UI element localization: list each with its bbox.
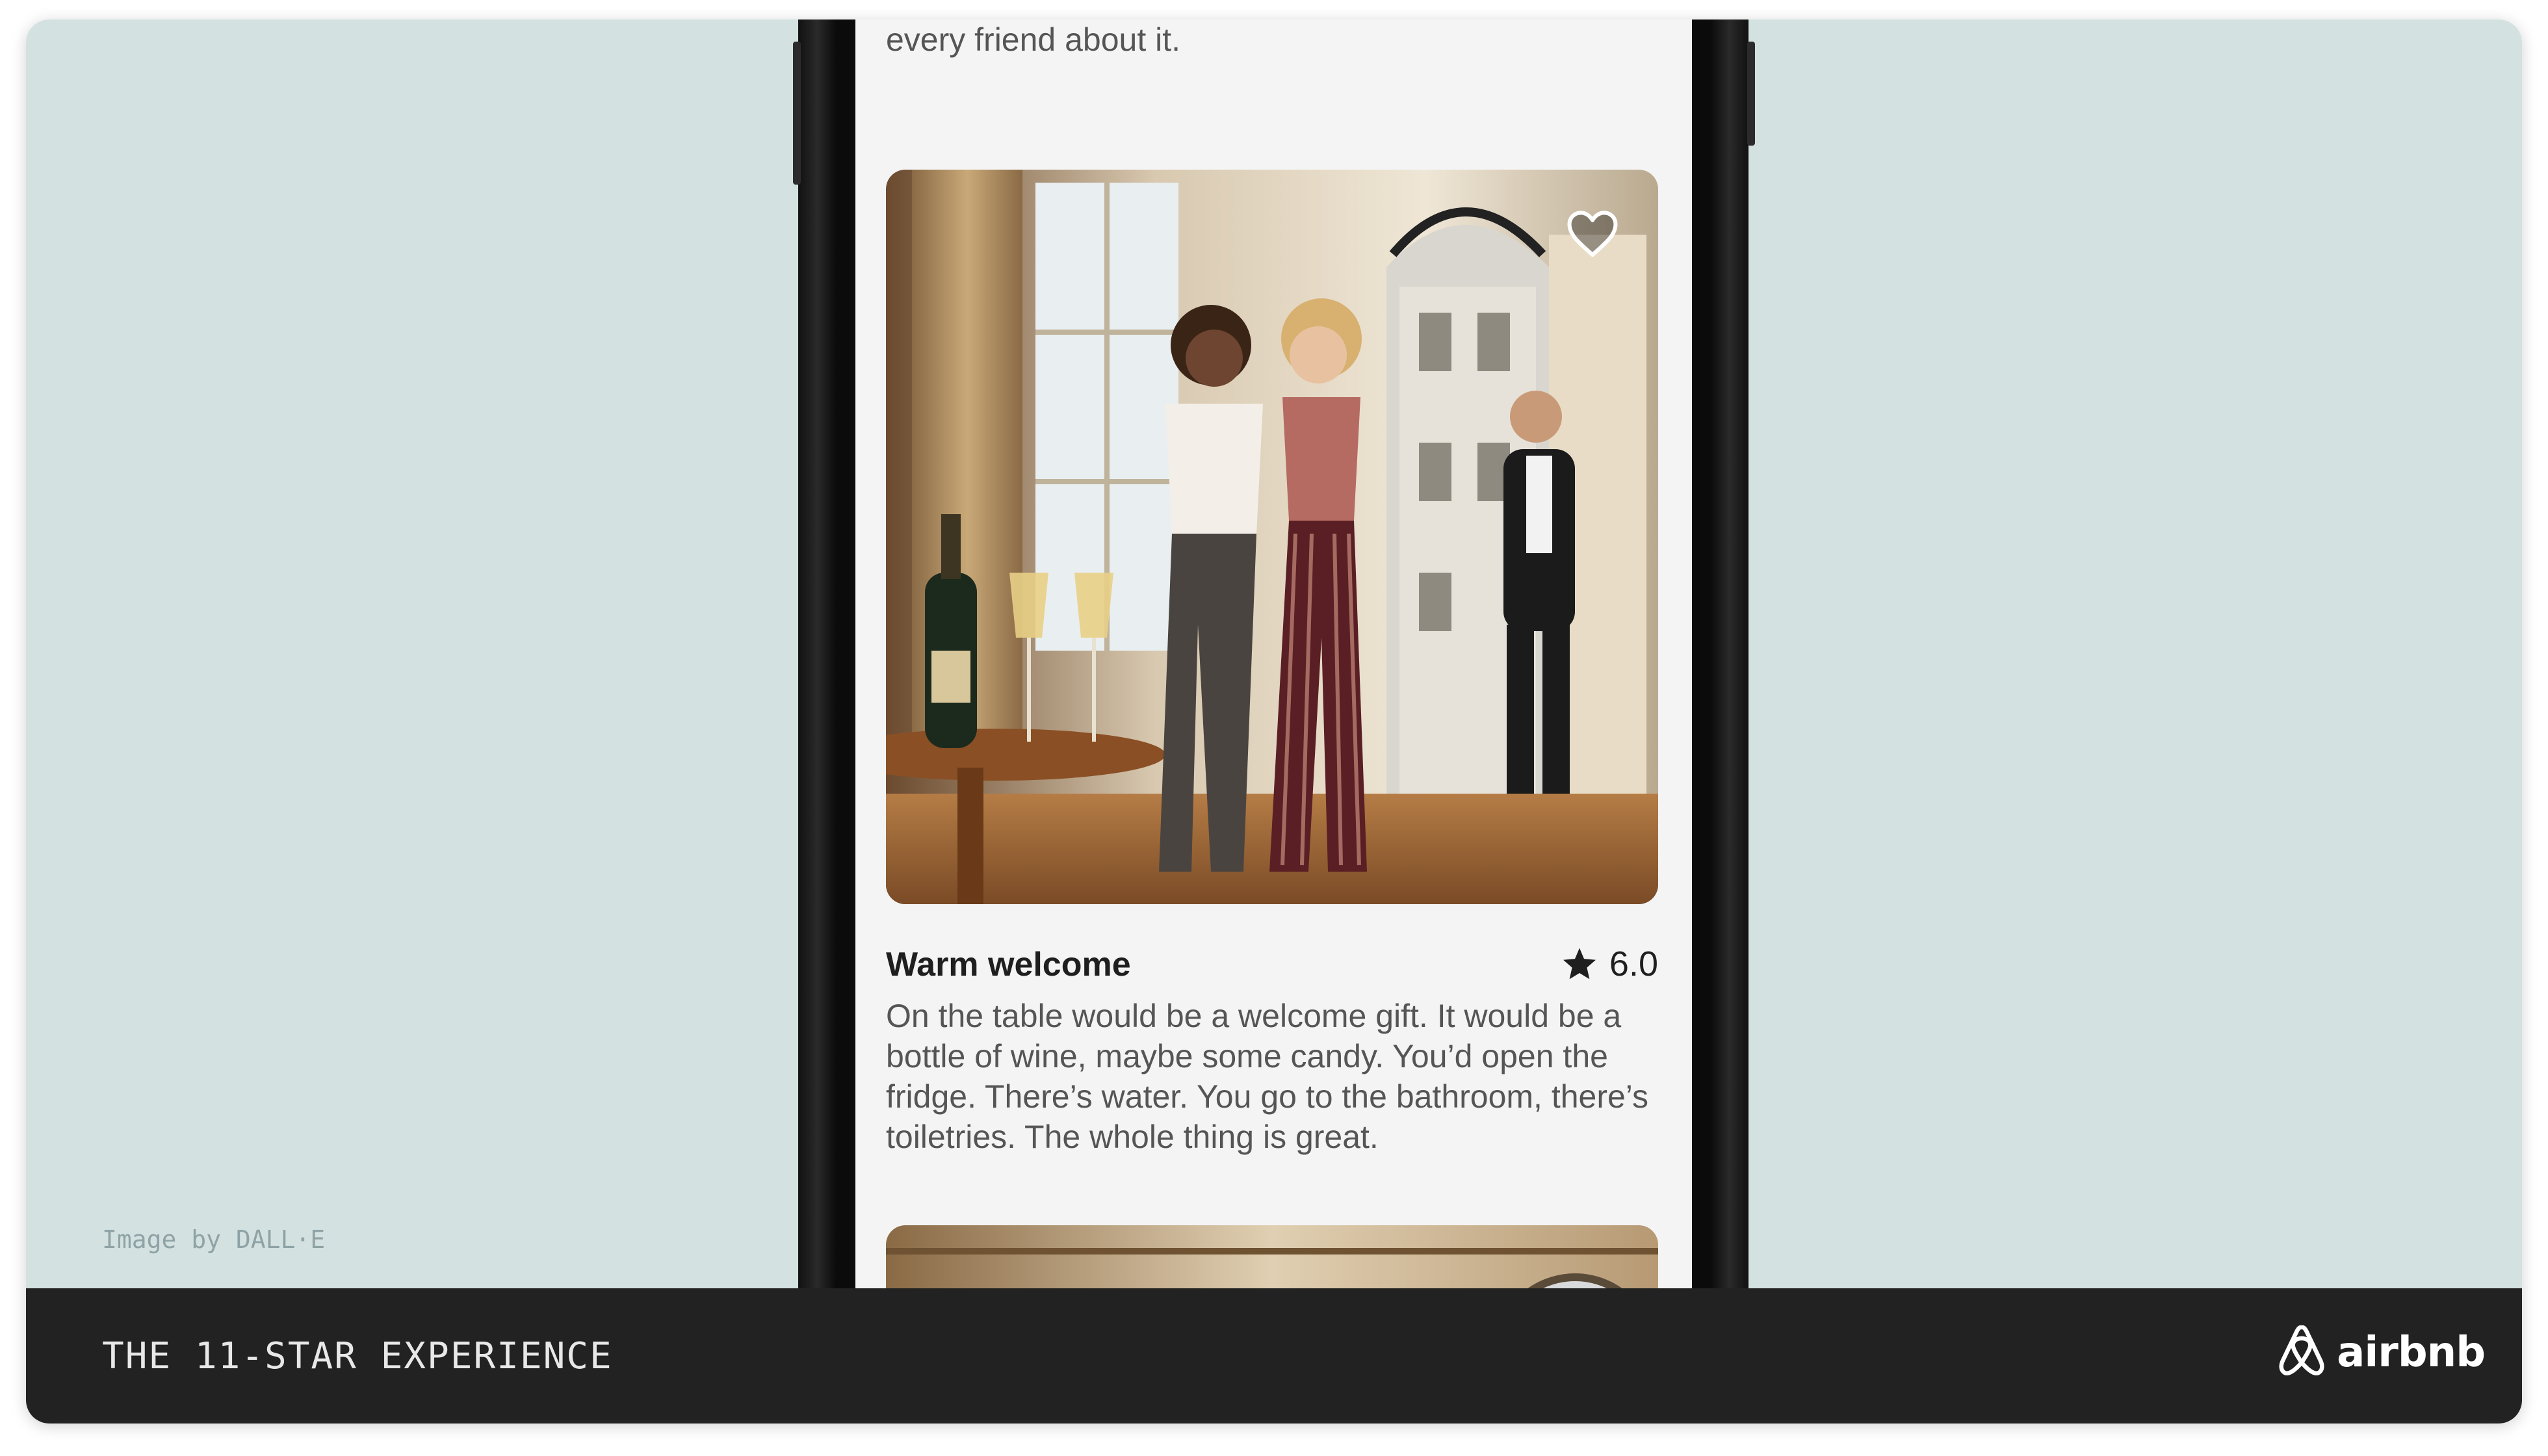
phone-screen[interactable]: every friend about it. Warm welcome 6.0 … [855, 20, 1692, 1288]
phone-side-button-right [1747, 42, 1755, 146]
star-icon [1563, 948, 1596, 980]
airbnb-logo: airbnb [2276, 1325, 2486, 1380]
card-image[interactable] [886, 170, 1658, 904]
card-title: Warm welcome [886, 946, 1131, 983]
image-credit: Image by DALL·E [102, 1225, 326, 1254]
next-card-image[interactable] [886, 1225, 1658, 1288]
logo-wordmark: airbnb [2337, 1329, 2486, 1377]
airbnb-belo-icon [2279, 1325, 2324, 1375]
previous-card-text: every friend about it. [886, 21, 1181, 58]
presentation-title: THE 11-STAR EXPERIENCE [102, 1335, 613, 1377]
card-rating: 6.0 [1561, 944, 1658, 984]
phone-side-button-left [793, 42, 801, 185]
footer-bar: THE 11-STAR EXPERIENCE airbnb [26, 1288, 2522, 1424]
card-description: On the table would be a welcome gift. It… [886, 998, 1648, 1155]
heart-outline-icon[interactable] [1566, 209, 1619, 258]
slide: every friend about it. Warm welcome 6.0 … [26, 20, 2522, 1424]
rating-value: 6.0 [1609, 944, 1658, 983]
